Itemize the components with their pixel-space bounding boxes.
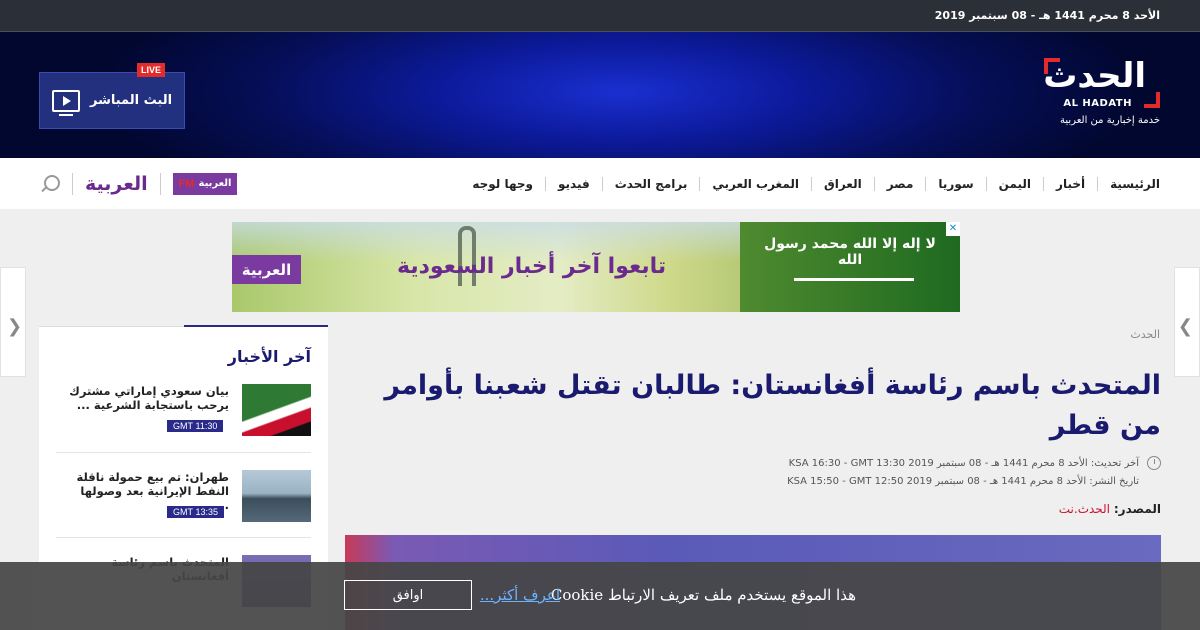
live-stream-button[interactable]: LIVE البث المباشر bbox=[39, 63, 185, 129]
nav-item-maghreb[interactable]: المغرب العربي bbox=[699, 176, 811, 191]
logo-tagline: خدمة إخبارية من العربية bbox=[1060, 115, 1160, 126]
live-stream-label: البث المباشر bbox=[89, 93, 173, 108]
source-label: المصدر: bbox=[1113, 502, 1161, 516]
nav-item-news[interactable]: أخبار bbox=[1043, 176, 1097, 191]
fm-brand-name: العربية bbox=[198, 178, 232, 189]
saudi-flag-graphic: لا إله إلا الله محمد رسول الله bbox=[740, 222, 960, 312]
logo-mark: الحدث bbox=[1043, 56, 1146, 96]
list-item[interactable]: طهران: تم بيع حمولة ناقلة النفط الإيراني… bbox=[56, 470, 311, 524]
nav-divider bbox=[72, 172, 73, 195]
chevron-left-icon: ❮ bbox=[7, 316, 23, 337]
news-thumbnail bbox=[242, 384, 311, 436]
nav-item-home[interactable]: الرئيسية bbox=[1097, 176, 1160, 191]
news-title: بيان سعودي إماراتي مشترك يرحب باستجابة ا… bbox=[69, 384, 229, 412]
nav-item-face-to-face[interactable]: وجها لوجه bbox=[460, 177, 545, 191]
list-divider bbox=[56, 537, 311, 538]
news-time-badge: 11:30 GMT bbox=[167, 420, 224, 432]
masthead: الحدث AL HADATH خدمة إخبارية من العربية … bbox=[0, 32, 1200, 158]
cookie-agree-button[interactable]: اوافق bbox=[344, 580, 472, 610]
cookie-message: هذا الموقع يستخدم ملف تعريف الارتباط Coo… bbox=[550, 586, 856, 604]
latest-news-heading: آخر الأخبار bbox=[227, 347, 311, 366]
flag-shahada: لا إله إلا الله محمد رسول الله bbox=[764, 236, 936, 268]
article-published: تاريخ النشر: الأحد 8 محرم 1441 هـ - 08 س… bbox=[787, 476, 1139, 487]
next-article-arrow[interactable]: ❯ bbox=[1174, 267, 1200, 377]
list-item[interactable]: بيان سعودي إماراتي مشترك يرحب باستجابة ا… bbox=[56, 384, 311, 438]
nav-brands: العربية FM العربية bbox=[40, 158, 238, 209]
nav-item-programs[interactable]: برامج الحدث bbox=[601, 176, 700, 191]
flag-sword bbox=[794, 278, 914, 281]
article-updated: آخر تحديث: الأحد 8 محرم 1441 هـ - 08 سبت… bbox=[788, 458, 1139, 469]
nav-item-iraq[interactable]: العراق bbox=[811, 176, 874, 191]
main-navbar: الرئيسية أخبار اليمن سوريا مصر العراق ال… bbox=[0, 158, 1200, 209]
article-section-label[interactable]: الحدث bbox=[1130, 328, 1160, 341]
ad-slogan: تابعوا آخر أخبار السعودية bbox=[397, 254, 667, 279]
list-divider bbox=[56, 452, 311, 453]
logo-latin: AL HADATH bbox=[1063, 98, 1132, 109]
advertisement-banner[interactable]: لا إله إلا الله محمد رسول الله تابعوا آخ… bbox=[232, 222, 960, 312]
nav-divider bbox=[159, 172, 161, 195]
logo-bracket-bottom bbox=[1144, 92, 1160, 108]
cookie-learn-more-link[interactable]: اعرف أكثر... bbox=[480, 586, 560, 604]
prev-article-arrow[interactable]: ❮ bbox=[0, 267, 26, 377]
article-headline: المتحدث باسم رئاسة أفغانستان: طالبان تقت… bbox=[384, 370, 1161, 441]
live-badge: LIVE bbox=[137, 63, 166, 77]
nav-item-egypt[interactable]: مصر bbox=[873, 176, 926, 191]
chevron-right-icon: ❯ bbox=[1177, 316, 1193, 337]
alarabiya-fm-logo-link[interactable]: FM العربية bbox=[172, 172, 238, 195]
adchoices-icon[interactable]: ✕ bbox=[946, 222, 960, 236]
search-icon[interactable] bbox=[40, 174, 60, 194]
fm-label: FM bbox=[178, 177, 195, 190]
alhadath-logo[interactable]: الحدث AL HADATH خدمة إخبارية من العربية bbox=[1043, 56, 1160, 134]
tv-play-icon bbox=[51, 89, 80, 116]
nav-item-yemen[interactable]: اليمن bbox=[985, 176, 1043, 191]
panel-accent-line bbox=[184, 325, 328, 327]
nav-item-video[interactable]: فيديو bbox=[545, 176, 602, 191]
source-link[interactable]: الحدث.نت bbox=[1059, 502, 1110, 516]
news-time-badge: 13:35 GMT bbox=[167, 506, 225, 518]
alarabiya-logo-link[interactable]: العربية bbox=[85, 173, 148, 195]
clock-icon bbox=[1147, 456, 1161, 470]
news-thumbnail bbox=[242, 470, 311, 522]
cookie-banner: هذا الموقع يستخدم ملف تعريف الارتباط Coo… bbox=[0, 562, 1200, 630]
article-source: المصدر: الحدث.نت bbox=[1059, 502, 1161, 516]
nav-item-syria[interactable]: سوريا bbox=[925, 176, 985, 191]
top-date-bar: الأحد 8 محرم 1441 هـ - 08 سبتمبر 2019 bbox=[0, 0, 1200, 32]
ad-alarabiya-logo: العربية bbox=[232, 255, 301, 284]
main-nav: الرئيسية أخبار اليمن سوريا مصر العراق ال… bbox=[460, 158, 1160, 209]
current-date: الأحد 8 محرم 1441 هـ - 08 سبتمبر 2019 bbox=[934, 9, 1160, 22]
